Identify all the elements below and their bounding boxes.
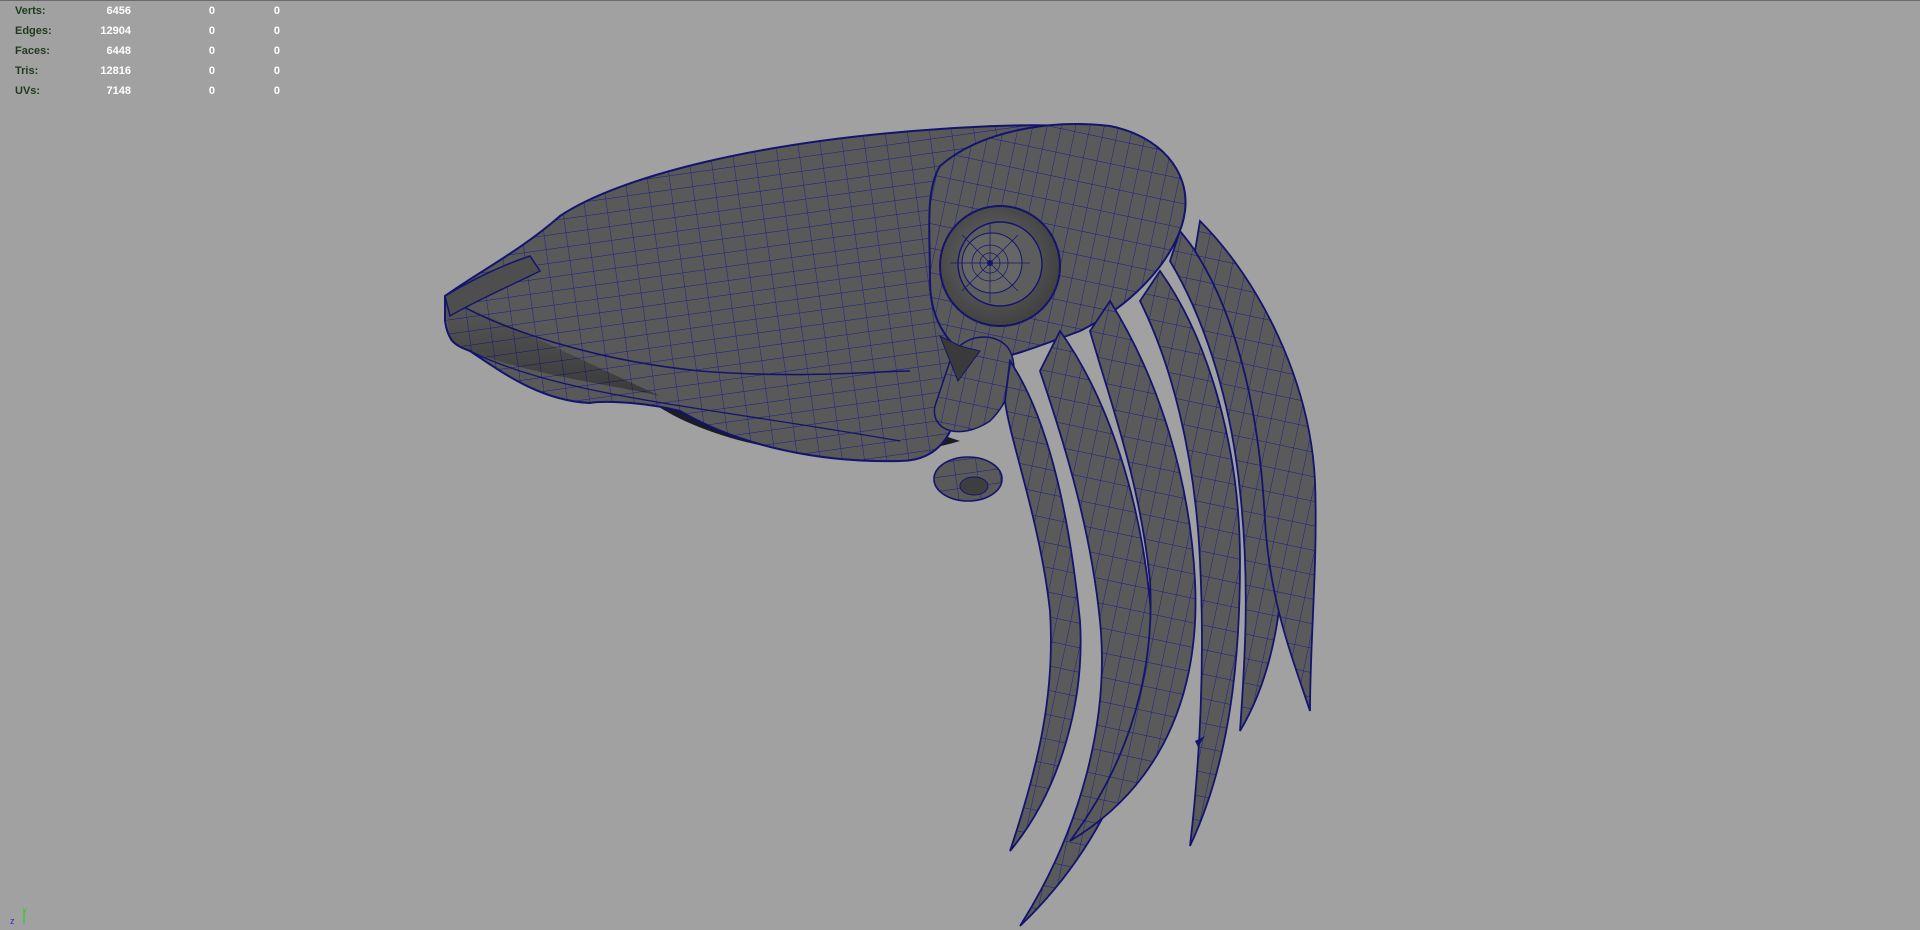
- view-axis-icon: y z: [10, 906, 27, 926]
- cuttlefish-mesh[interactable]: [0, 1, 1920, 930]
- axis-z-label: z: [10, 916, 15, 926]
- viewport-3d[interactable]: Verts: 6456 0 0 Edges: 12904 0 0 Faces: …: [0, 0, 1920, 930]
- axis-y-label: y: [23, 906, 27, 914]
- eye: [939, 205, 1061, 327]
